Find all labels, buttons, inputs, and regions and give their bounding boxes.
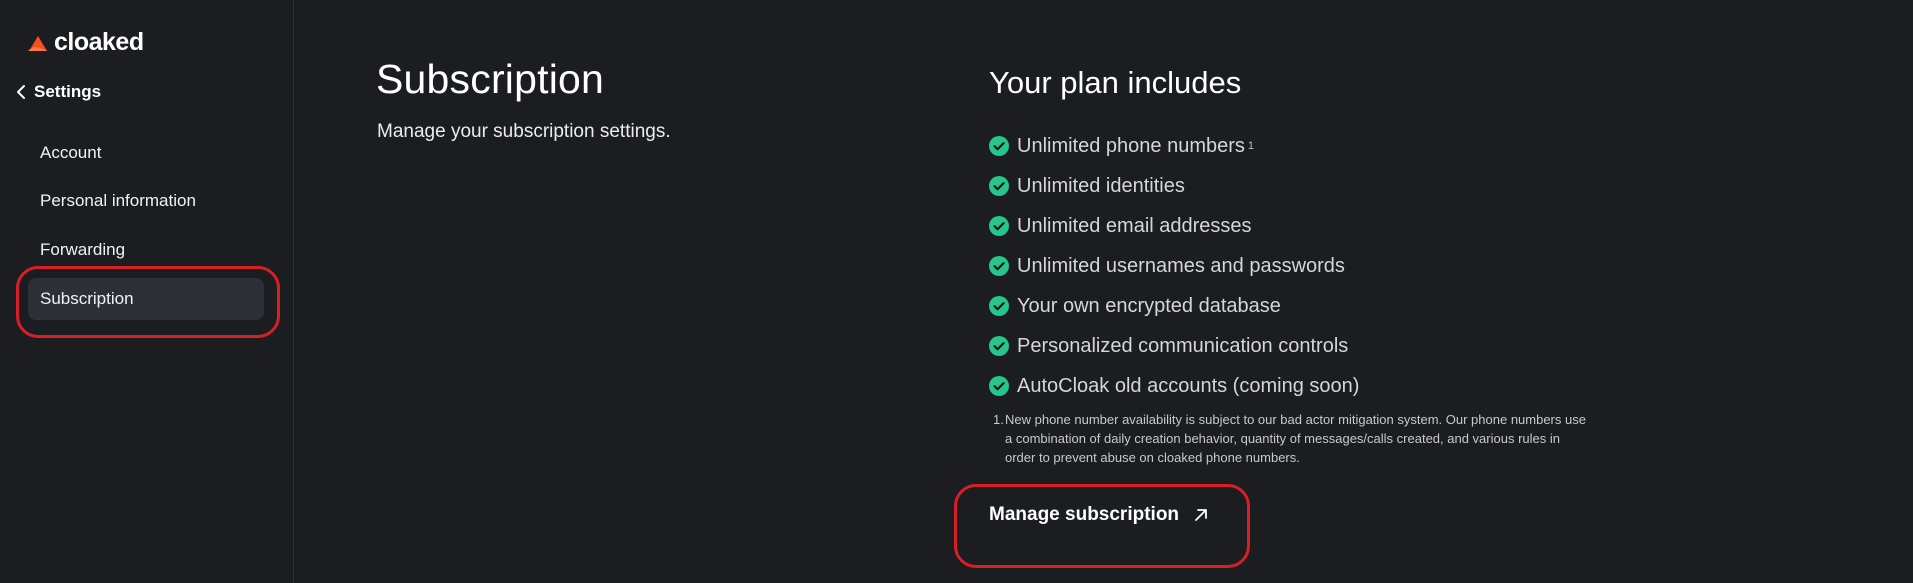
manage-subscription-label: Manage subscription [989,504,1180,525]
check-circle-icon [989,176,1009,196]
highlight-ring-manage-subscription [954,484,1250,568]
feature-label: Unlimited email addresses [1017,214,1252,237]
feature-label: Unlimited usernames and passwords [1017,254,1345,277]
sidebar: cloaked Settings Account Personal inform… [0,0,294,583]
footnote: 1. New phone number availability is subj… [993,410,1593,467]
feature-item: Your own encrypted database [989,286,1359,326]
feature-item: Unlimited phone numbers 1 [989,126,1359,166]
chevron-left-icon [17,85,25,99]
feature-item: AutoCloak old accounts (coming soon) [989,366,1359,406]
footnote-marker: 1 [1247,140,1255,152]
feature-item: Unlimited identities [989,166,1359,206]
page-title: Subscription [376,56,605,102]
footnote-text: New phone number availability is subject… [1005,412,1586,465]
feature-item: Personalized communication controls [989,326,1359,366]
feature-item: Unlimited usernames and passwords [989,246,1359,286]
brand-name: cloaked [54,28,144,56]
plan-title: Your plan includes [989,65,1242,100]
plan-features-list: Unlimited phone numbers 1 Unlimited ident… [989,126,1359,406]
footnote-number: 1. [993,412,1004,427]
feature-label: Personalized communication controls [1017,334,1349,357]
check-circle-icon [989,136,1009,156]
check-circle-icon [989,296,1009,316]
sidebar-item-personal-information[interactable]: Personal information [28,180,264,222]
page-subtitle: Manage your subscription settings. [377,121,671,142]
feature-label: Unlimited identities [1017,174,1185,197]
sidebar-item-forwarding[interactable]: Forwarding [28,229,264,271]
cloaked-logo-icon [28,35,48,51]
check-circle-icon [989,336,1009,356]
feature-label: AutoCloak old accounts (coming soon) [1017,374,1360,397]
external-link-arrow-icon [1195,509,1207,521]
manage-subscription-button[interactable]: Manage subscription [989,504,1209,526]
check-circle-icon [989,376,1009,396]
cloaked-logo[interactable]: cloaked [26,28,144,57]
sidebar-item-account[interactable]: Account [28,132,264,174]
feature-label: Unlimited phone numbers [1017,134,1245,157]
back-label: Settings [34,82,102,101]
feature-label: Your own encrypted database [1017,294,1281,317]
check-circle-icon [989,256,1009,276]
back-to-settings[interactable]: Settings [16,82,101,102]
feature-item: Unlimited email addresses [989,206,1359,246]
sidebar-item-subscription[interactable]: Subscription [28,278,264,320]
check-circle-icon [989,216,1009,236]
